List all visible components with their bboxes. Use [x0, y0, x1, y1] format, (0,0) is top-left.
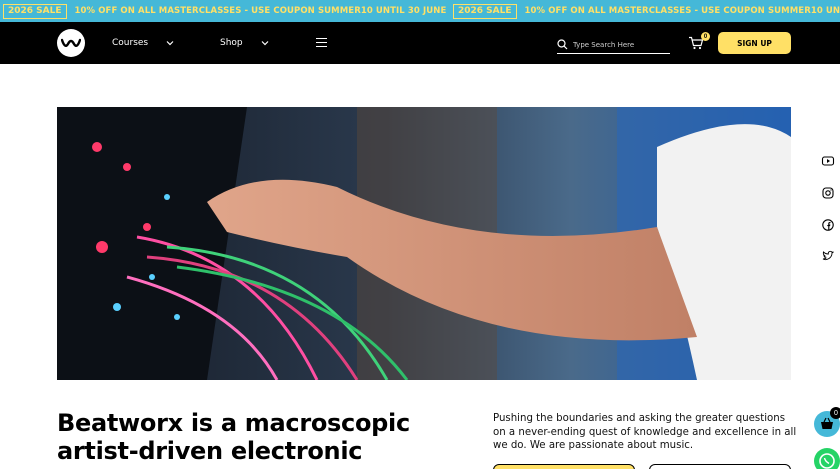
- waveform-logo-icon[interactable]: [57, 29, 85, 57]
- top-navbar: Courses Shop 0 SIGN UP: [0, 22, 840, 64]
- sale-badge: 2026 SALE: [3, 3, 67, 19]
- hero-headline: Beatworx is a macroscopic artist-driven …: [57, 409, 410, 465]
- promo-segment: 2026 SALE 10% OFF ON ALL MASTERCLASSES -…: [453, 0, 840, 22]
- promo-text: 10% OFF ON ALL MASTERCLASSES - USE COUPO…: [74, 6, 447, 16]
- primary-cta-button[interactable]: [493, 464, 635, 469]
- search-icon: [557, 39, 568, 50]
- secondary-cta-button[interactable]: [649, 464, 791, 469]
- chevron-down-icon[interactable]: [165, 38, 175, 48]
- hero-blurb: Pushing the boundaries and asking the gr…: [493, 413, 797, 451]
- signup-button[interactable]: SIGN UP: [718, 32, 791, 54]
- hero-image: [57, 107, 791, 380]
- whatsapp-icon: [819, 453, 835, 469]
- nav-courses[interactable]: Courses: [112, 22, 148, 64]
- nav-shop-label: Shop: [220, 38, 243, 48]
- youtube-icon[interactable]: [821, 154, 835, 168]
- nav-shop[interactable]: Shop: [220, 22, 243, 64]
- promo-banner: 2026 SALE 10% OFF ON ALL MASTERCLASSES -…: [0, 0, 840, 22]
- sale-badge: 2026 SALE: [453, 3, 517, 19]
- basket-count-badge: 0: [830, 407, 840, 419]
- search-field[interactable]: [557, 36, 670, 54]
- cart-count-badge: 0: [701, 32, 710, 41]
- promo-text: 10% OFF ON ALL MASTERCLASSES - USE COUPO…: [524, 6, 840, 16]
- search-input[interactable]: [573, 40, 663, 49]
- nav-courses-label: Courses: [112, 38, 149, 48]
- promo-segment: 2026 SALE 10% OFF ON ALL MASTERCLASSES -…: [3, 0, 446, 22]
- twitter-icon[interactable]: [821, 249, 835, 263]
- chevron-down-icon[interactable]: [260, 38, 270, 48]
- instagram-icon[interactable]: [821, 186, 835, 200]
- facebook-icon[interactable]: [821, 218, 835, 232]
- menu-icon[interactable]: [316, 38, 327, 48]
- whatsapp-button[interactable]: [814, 448, 840, 469]
- hero-photo: [57, 107, 791, 380]
